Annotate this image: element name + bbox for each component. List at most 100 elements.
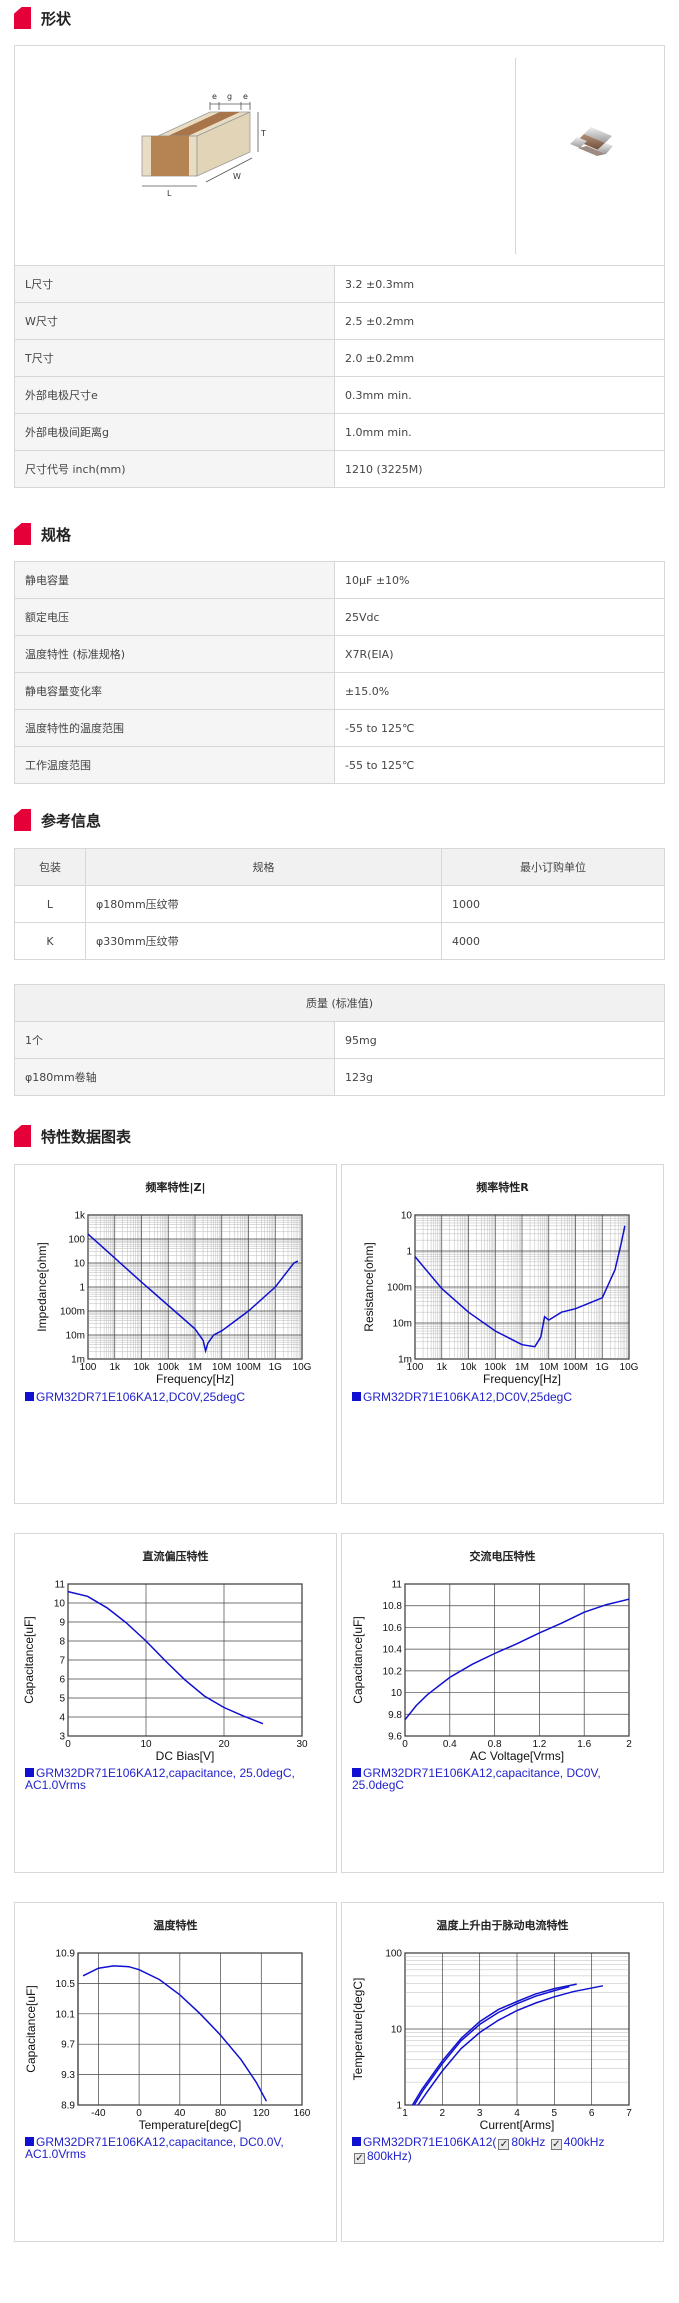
legend-text: GRM32DR71E106KA12,DC0V,25degC xyxy=(363,1390,573,1404)
y-tick-label: 9.6 xyxy=(388,1732,402,1743)
row-label: 额定电压 xyxy=(14,598,335,636)
x-tick-label: 1.6 xyxy=(577,1739,591,1750)
option-800khz-label: 800kHz) xyxy=(367,2149,412,2163)
y-tick-label: 10 xyxy=(391,2025,403,2036)
chart-plot: 100 1k 10k 100k 1M 10M 100M 1G 10G1m10m100m11010… xyxy=(35,1211,312,1387)
section-marker-icon xyxy=(14,7,31,29)
spec-table: 静电容量 10μF ±10% 额定电压 25Vdc 温度特性 (标准规格) X7R(EIA… xyxy=(14,561,665,784)
packaging-row: Kφ330mm压纹带 4000 xyxy=(14,922,665,960)
option-800khz-checkbox[interactable]: ✓ xyxy=(354,2153,365,2164)
y-tick-label: 10.2 xyxy=(383,1666,403,1677)
row-label: 尺寸代号 inch(mm) xyxy=(14,450,335,488)
dim-label-t: T xyxy=(260,129,266,138)
y-tick-label: 10 xyxy=(54,1599,66,1610)
row-label: L尺寸 xyxy=(14,265,335,303)
row-label: W尺寸 xyxy=(14,302,335,340)
y-tick-label: 8 xyxy=(59,1637,65,1648)
y-tick-label: 10.8 xyxy=(383,1601,403,1612)
plot-frame xyxy=(404,1583,630,1737)
y-tick-label: 9.8 xyxy=(388,1710,402,1721)
shape-row: 外部电极间距离g 1.0mm min. xyxy=(14,413,665,451)
chip-photo xyxy=(570,127,613,156)
pkg-header-code: 包装 xyxy=(14,848,86,886)
y-tick-label: 10 xyxy=(401,1211,413,1222)
x-tick-label: 10k xyxy=(133,1362,150,1373)
dim-label-w: W xyxy=(233,172,241,181)
y-axis-label: Temperature[degC] xyxy=(351,1978,365,2081)
shape-table: L尺寸 3.2 ±0.3mm W尺寸 2.5 ±0.2mm T尺寸 2.0 ±0.2mm 外… xyxy=(14,265,665,488)
x-tick-label: 1G xyxy=(269,1362,283,1373)
row-label: T尺寸 xyxy=(14,339,335,377)
row-value: ±15.0% xyxy=(334,672,665,710)
row-value: 10μF ±10% xyxy=(334,561,665,599)
charts-section-title: 特性数据图表 xyxy=(14,1124,131,1148)
dim-label-e: e xyxy=(212,92,217,101)
x-tick-label: -40 xyxy=(91,2108,106,2119)
chart-plot: 0 10 20 30 3 4 5 6 7 8 9 10 11 DC Bias[V] Capacitance[… xyxy=(22,1580,308,1764)
shape-image-panel: e g e T W L xyxy=(14,45,665,265)
row-label: 外部电极尺寸e xyxy=(14,376,335,414)
option-400khz-checkbox[interactable]: ✓ xyxy=(550,2139,562,2150)
chart-legend: GRM32DR71E106KA12,capacitance, DC0.0V, A… xyxy=(25,2136,315,2160)
x-tick-label: 20 xyxy=(218,1739,230,1750)
y-tick-label: 1 xyxy=(79,1283,85,1294)
y-tick-label: 6 xyxy=(59,1675,65,1686)
y-tick-label: 100m xyxy=(60,1307,85,1318)
option-400khz-label: 400kHz xyxy=(563,2135,605,2149)
row-label: 静电容量变化率 xyxy=(14,672,335,710)
pkg-spec: φ180mm压纹带 xyxy=(85,885,442,923)
dim-label-g: g xyxy=(227,92,232,101)
chart-legend: GRM32DR71E106KA12,capacitance, DC0V, 25.… xyxy=(352,1767,642,1791)
y-tick-label: 10.9 xyxy=(56,1949,76,1960)
y-tick-label: 100 xyxy=(385,1949,402,1960)
x-tick-label: 1G xyxy=(596,1362,610,1373)
dim-label-l: L xyxy=(167,189,172,198)
x-tick-label: 10k xyxy=(460,1362,477,1373)
legend-text: GRM32DR71E106KA12,capacitance, 25.0degC,… xyxy=(25,1766,295,1792)
y-tick-label: 5 xyxy=(59,1694,65,1705)
pkg-min: 1000 xyxy=(441,885,665,923)
chart-panel: 温度上升由于脉动电流特性 1 2 3 4 5 6 7 1 10 100 Current[Arms] Te… xyxy=(341,1902,664,2242)
x-axis-label: DC Bias[V] xyxy=(156,1749,215,1763)
dim-label-e2: e xyxy=(243,92,248,101)
x-tick-label: 100M xyxy=(236,1362,261,1373)
row-label: 温度特性的温度范围 xyxy=(14,709,335,747)
row-label: 外部电极间距离g xyxy=(14,413,335,451)
x-tick-label: 0.4 xyxy=(443,1739,457,1750)
chart-plot: 100 1k 10k 100k 1M 10M 100M 1G 10G1m10m100m110Fr… xyxy=(362,1211,639,1387)
x-tick-label: 7 xyxy=(626,2108,632,2119)
y-tick-label: 9.3 xyxy=(61,2070,75,2081)
row-value: 25Vdc xyxy=(334,598,665,636)
y-axis-label: Capacitance[uF] xyxy=(351,1616,365,1703)
x-tick-label: 160 xyxy=(294,2108,311,2119)
section-marker-icon xyxy=(14,809,31,831)
chart-panel: 频率特性R 100 1k 10k 100k 1M 10M 100M 1G 10G 1m 10m 100m… xyxy=(341,1164,664,1504)
row-value: -55 to 125℃ xyxy=(334,746,665,784)
chart-plot: 0 0.4 0.8 1.2 1.6 29.69.81010.210.410.610.811… xyxy=(351,1580,632,1764)
chip-dimension-diagram: e g e T W L xyxy=(141,92,266,198)
option-80khz-checkbox[interactable]: ✓ xyxy=(498,2139,510,2150)
row-value: 123g xyxy=(334,1058,665,1096)
spec-section-title: 规格 xyxy=(14,522,71,546)
shape-row: 外部电极尺寸e 0.3mm min. xyxy=(14,376,665,414)
y-tick-label: 1m xyxy=(71,1355,85,1366)
mass-header: 质量 (标准值) xyxy=(14,984,665,1022)
row-value: 1210 (3225M) xyxy=(334,450,665,488)
y-tick-label: 100 xyxy=(68,1235,85,1246)
y-tick-label: 10.4 xyxy=(383,1645,403,1656)
y-axis-label: Resistance[ohm] xyxy=(362,1242,376,1331)
y-tick-label: 3 xyxy=(59,1732,65,1743)
y-axis-label: Capacitance[uF] xyxy=(22,1616,36,1703)
x-tick-label: 10G xyxy=(620,1362,639,1373)
ref-section-title: 参考信息 xyxy=(14,808,101,832)
y-axis-label: Capacitance[uF] xyxy=(24,1985,38,2072)
pkg-min: 4000 xyxy=(441,922,665,960)
legend-swatch xyxy=(25,1768,34,1777)
spec-row: 额定电压 25Vdc xyxy=(14,598,665,636)
spec-row: 工作温度范围 -55 to 125℃ xyxy=(14,746,665,784)
x-tick-label: 120 xyxy=(253,2108,270,2119)
shape-section-title: 形状 xyxy=(14,6,71,30)
x-tick-label: 1 xyxy=(402,2108,408,2119)
legend-swatch xyxy=(352,1768,361,1777)
row-label: 静电容量 xyxy=(14,561,335,599)
